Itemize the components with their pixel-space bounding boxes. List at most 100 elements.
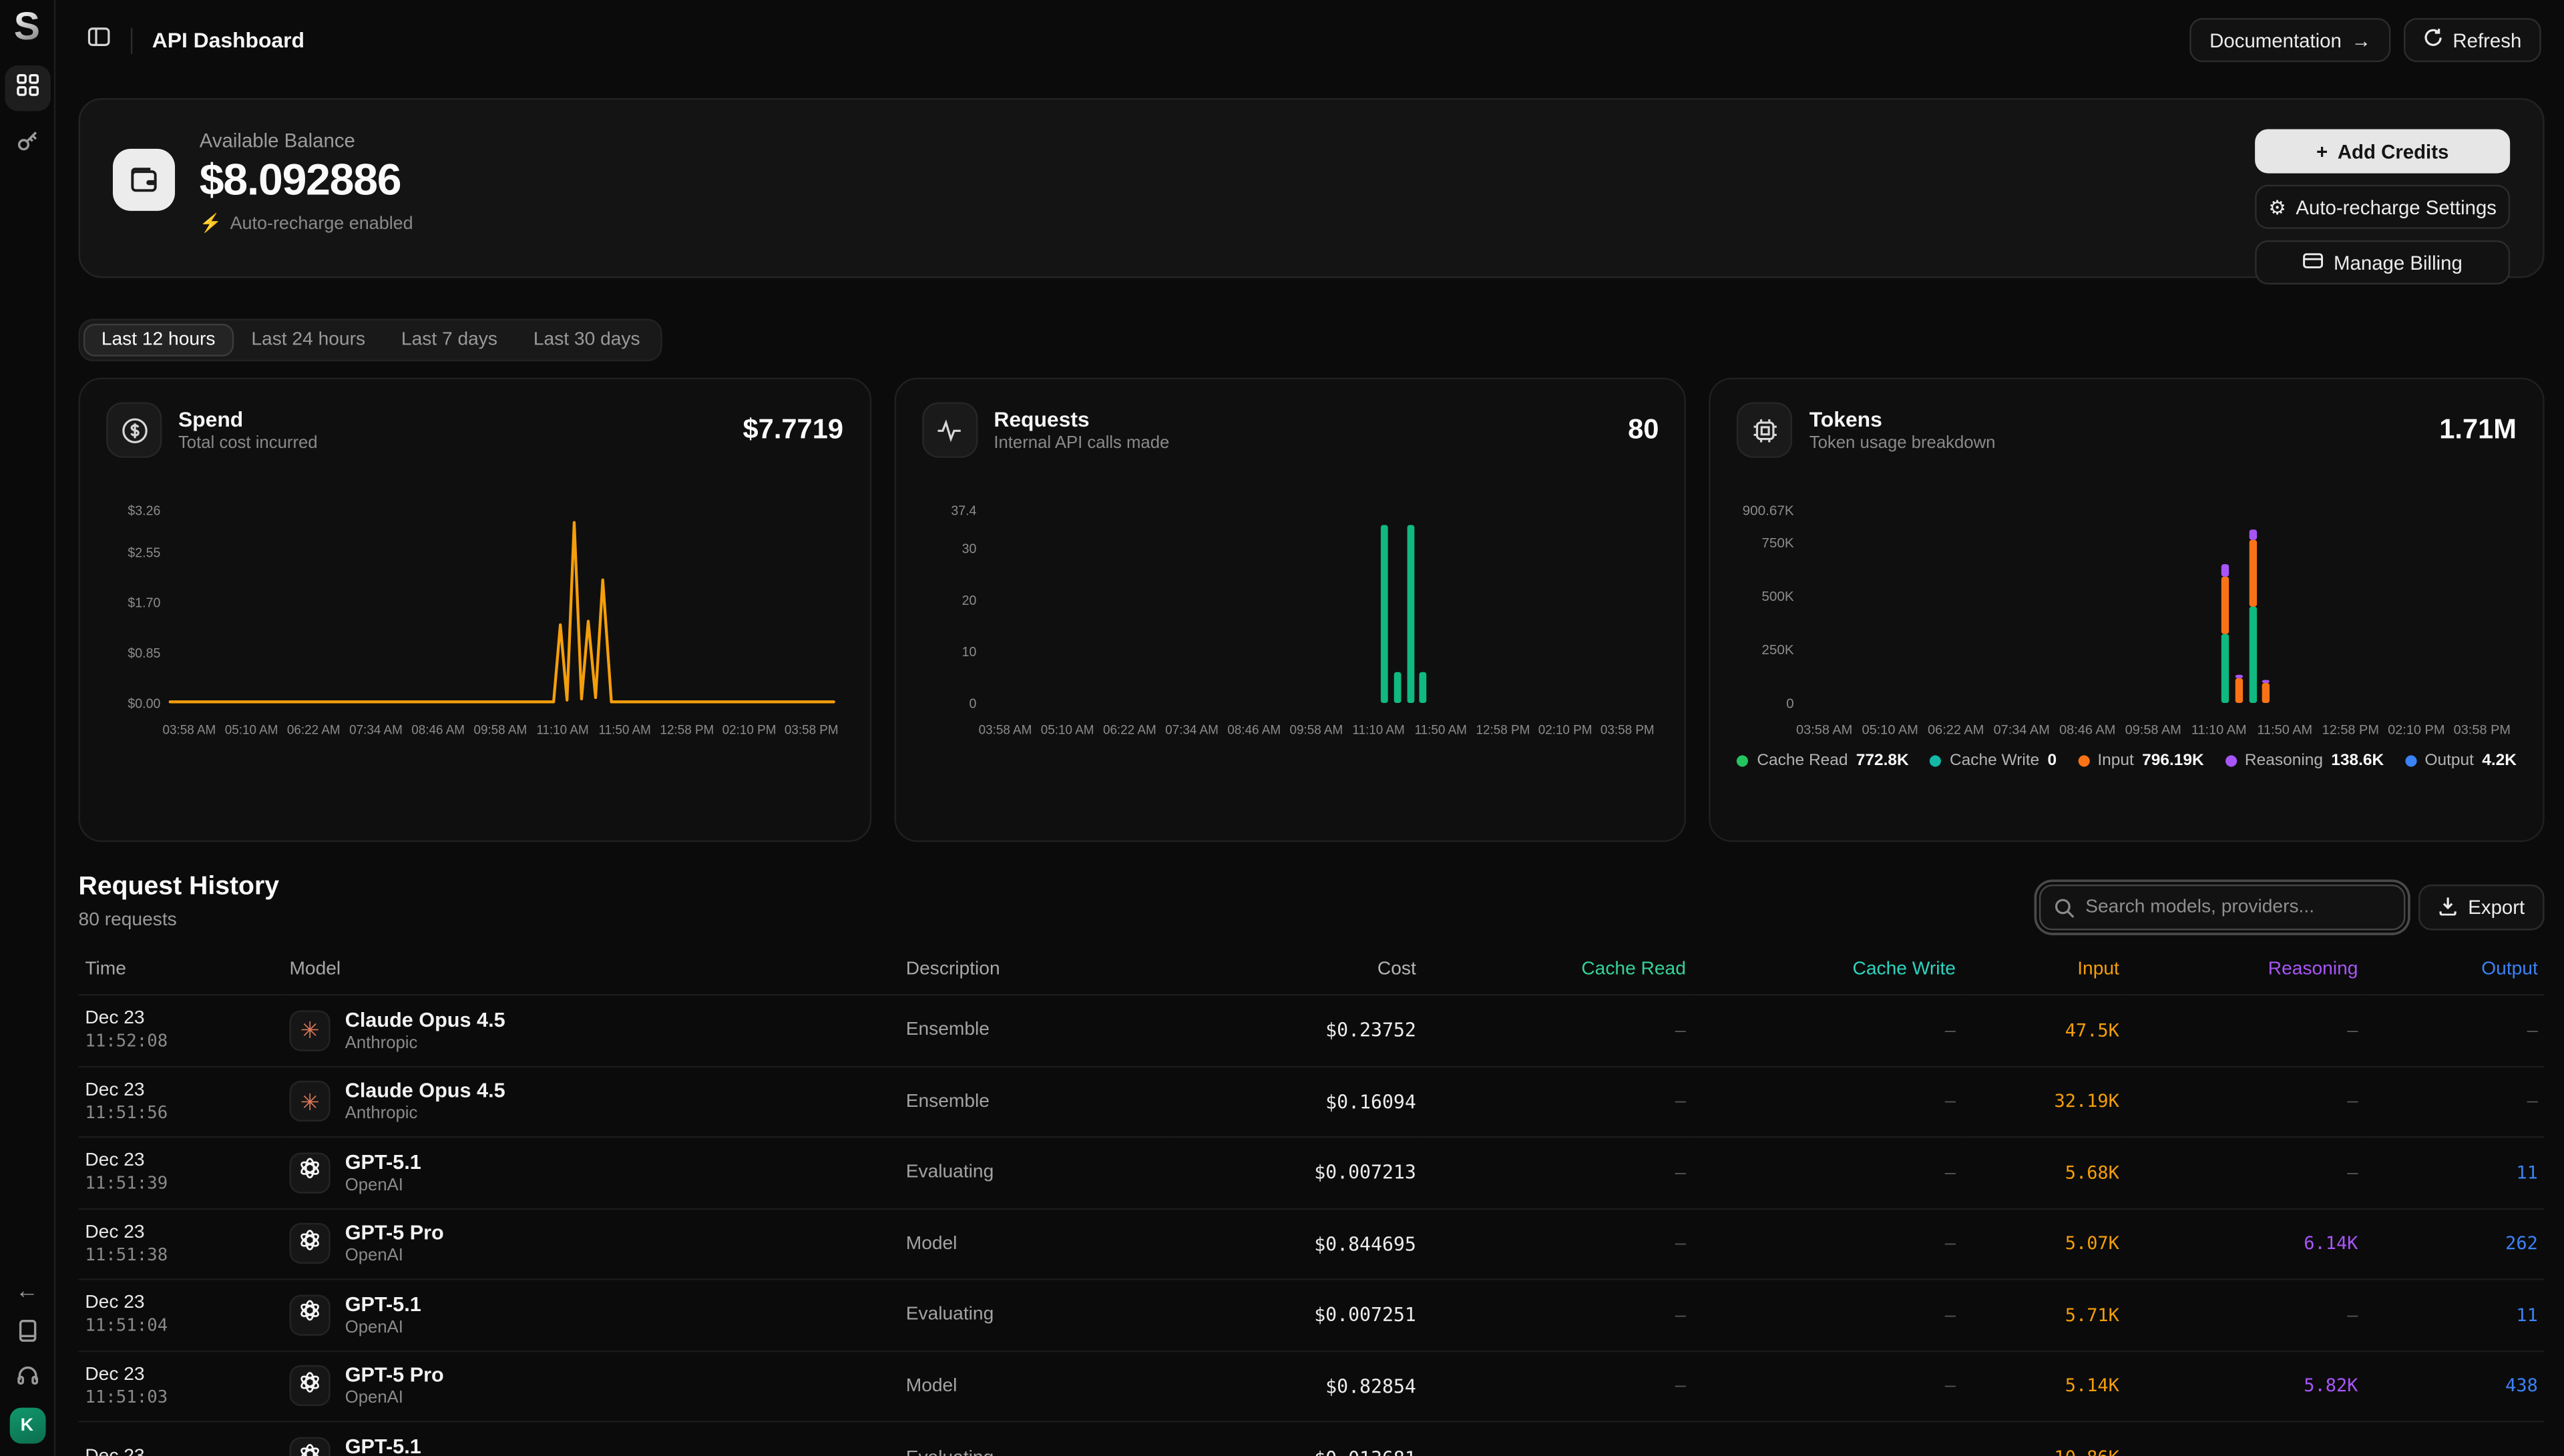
sidebar-item-dashboard[interactable] xyxy=(4,65,50,111)
cell-cost: $0.844695 xyxy=(1169,1208,1423,1280)
svg-text:10: 10 xyxy=(962,645,976,660)
legend-label: Reasoning xyxy=(2245,752,2323,770)
cell-input: 47.5K xyxy=(1962,995,2126,1066)
svg-text:12:58 PM: 12:58 PM xyxy=(2323,723,2380,738)
svg-text:500K: 500K xyxy=(1763,589,1795,604)
search-input[interactable] xyxy=(2040,885,2406,931)
cell-cache-write: — xyxy=(1693,995,1962,1066)
svg-text:06:22 AM: 06:22 AM xyxy=(287,723,341,737)
table-row[interactable]: Dec 23GPT-5.1OpenAIEvaluating$0.013681——… xyxy=(79,1421,2545,1456)
documentation-button[interactable]: Documentation→ xyxy=(2190,18,2391,62)
column-header-reasoning: Reasoning xyxy=(2126,950,2365,995)
row-timestamp: 11:51:38 xyxy=(85,1246,276,1265)
table-row[interactable]: Dec 2311:52:08✳Claude Opus 4.5AnthropicE… xyxy=(79,995,2545,1066)
legend-item: Output4.2K xyxy=(2405,752,2517,770)
tab-last-30-days[interactable]: Last 30 days xyxy=(515,324,658,356)
model-name: GPT-5.1 xyxy=(345,1435,421,1456)
svg-text:$0.00: $0.00 xyxy=(128,696,160,711)
cell-time: Dec 2311:52:08 xyxy=(79,995,283,1066)
cell-model: GPT-5.1OpenAI xyxy=(283,1279,899,1351)
content: Available Balance $8.092886 ⚡ Auto-recha… xyxy=(55,80,2564,1456)
spend-subtitle: Total cost incurred xyxy=(178,433,318,453)
panel-left-icon xyxy=(86,24,111,57)
svg-text:12:58 PM: 12:58 PM xyxy=(660,723,714,737)
model-name: Claude Opus 4.5 xyxy=(345,1079,505,1102)
openai-logo-icon xyxy=(298,1228,323,1260)
svg-text:05:10 AM: 05:10 AM xyxy=(1040,723,1094,737)
user-avatar[interactable]: K xyxy=(9,1408,45,1444)
spend-chart: $3.26$2.55$1.70$0.85$0.0003:58 AM05:10 A… xyxy=(106,494,843,742)
request-history-table: TimeModelDescriptionCostCache ReadCache … xyxy=(79,950,2545,1456)
model-name: Claude Opus 4.5 xyxy=(345,1008,505,1031)
legend-dot xyxy=(2078,755,2089,766)
legend-label: Cache Write xyxy=(1950,752,2039,770)
cell-input: 5.71K xyxy=(1962,1279,2126,1351)
cell-cost: $0.013681 xyxy=(1169,1421,1423,1456)
balance-amount: $8.092886 xyxy=(200,156,413,206)
model-text: GPT-5.1OpenAI xyxy=(345,1435,421,1456)
anthropic-logo-icon: ✳ xyxy=(300,1090,320,1113)
svg-text:12:58 PM: 12:58 PM xyxy=(1476,723,1530,737)
requests-title: Requests xyxy=(994,407,1169,432)
svg-text:37.4: 37.4 xyxy=(951,503,976,518)
cell-cache-write: — xyxy=(1693,1279,1962,1351)
cell-cache-write: — xyxy=(1693,1066,1962,1138)
model-logo: ✳ xyxy=(289,1081,330,1122)
cell-reasoning: — xyxy=(2126,1421,2365,1456)
svg-text:09:58 AM: 09:58 AM xyxy=(473,723,527,737)
refresh-button[interactable]: Refresh xyxy=(2404,18,2541,62)
model-text: GPT-5 ProOpenAI xyxy=(345,1364,444,1408)
export-button[interactable]: Export xyxy=(2419,885,2545,931)
cell-model: ✳ Claude Opus 4.5Anthropic xyxy=(283,1066,899,1138)
sidebar-item-api-keys[interactable] xyxy=(4,121,50,167)
model-cell: GPT-5 ProOpenAI xyxy=(289,1222,893,1266)
table-row[interactable]: Dec 2311:51:04GPT-5.1OpenAIEvaluating$0.… xyxy=(79,1279,2545,1351)
request-count: 80 requests xyxy=(79,911,279,930)
tab-last-7-days[interactable]: Last 7 days xyxy=(383,324,515,356)
brand-logo[interactable]: S xyxy=(6,7,49,49)
table-row[interactable]: Dec 2311:51:56✳Claude Opus 4.5AnthropicE… xyxy=(79,1066,2545,1138)
manage-billing-button[interactable]: Manage Billing xyxy=(2255,240,2510,284)
cell-model: GPT-5.1OpenAI xyxy=(283,1137,899,1208)
spend-total: $7.7719 xyxy=(743,414,843,447)
tab-last-24-hours[interactable]: Last 24 hours xyxy=(233,324,383,356)
tokens-title: Tokens xyxy=(1809,407,1996,432)
svg-text:$3.26: $3.26 xyxy=(128,503,160,518)
tab-last-12-hours[interactable]: Last 12 hours xyxy=(83,324,234,356)
svg-text:07:34 AM: 07:34 AM xyxy=(1164,723,1218,737)
balance-card: Available Balance $8.092886 ⚡ Auto-recha… xyxy=(79,98,2545,278)
auto-recharge-settings-button[interactable]: ⚙ Auto-recharge Settings xyxy=(2255,185,2510,229)
svg-text:11:50 AM: 11:50 AM xyxy=(2258,723,2314,738)
openai-logo-icon xyxy=(298,1156,323,1189)
stat-cards: Spend Total cost incurred $7.7719 $3.26$… xyxy=(79,378,2545,842)
model-text: Claude Opus 4.5Anthropic xyxy=(345,1008,505,1052)
sidebar-toggle-button[interactable] xyxy=(79,21,118,60)
requests-subtitle: Internal API calls made xyxy=(994,433,1169,453)
model-logo xyxy=(289,1294,330,1335)
refresh-icon xyxy=(2423,28,2442,53)
page-title: API Dashboard xyxy=(152,28,304,53)
model-text: GPT-5 ProOpenAI xyxy=(345,1222,444,1266)
tokens-total: 1.71M xyxy=(2439,414,2517,447)
svg-text:07:34 AM: 07:34 AM xyxy=(349,723,403,737)
model-provider: Anthropic xyxy=(345,1104,505,1124)
column-header-input: Input xyxy=(1962,950,2126,995)
legend-value: 796.19K xyxy=(2142,752,2204,770)
svg-text:02:10 PM: 02:10 PM xyxy=(722,723,777,737)
row-date: Dec 23 xyxy=(85,1222,276,1242)
svg-text:30: 30 xyxy=(962,541,976,556)
svg-text:11:10 AM: 11:10 AM xyxy=(1352,723,1404,737)
cell-cache-write: — xyxy=(1693,1137,1962,1208)
table-row[interactable]: Dec 2311:51:03GPT-5 ProOpenAIModel$0.828… xyxy=(79,1351,2545,1422)
table-row[interactable]: Dec 2311:51:38GPT-5 ProOpenAIModel$0.844… xyxy=(79,1208,2545,1280)
cell-input: 5.07K xyxy=(1962,1208,2126,1280)
row-timestamp: 11:51:39 xyxy=(85,1174,276,1194)
docs-device-icon[interactable] xyxy=(15,1319,38,1345)
svg-text:06:22 AM: 06:22 AM xyxy=(1102,723,1156,737)
support-headphones-icon[interactable] xyxy=(15,1363,38,1389)
spend-card: Spend Total cost incurred $7.7719 $3.26$… xyxy=(79,378,871,842)
table-row[interactable]: Dec 2311:51:39GPT-5.1OpenAIEvaluating$0.… xyxy=(79,1137,2545,1208)
collapse-sidebar-icon[interactable]: ← xyxy=(15,1278,38,1301)
cell-cache-read: — xyxy=(1423,1351,1693,1422)
add-credits-button[interactable]: + Add Credits xyxy=(2255,129,2510,173)
